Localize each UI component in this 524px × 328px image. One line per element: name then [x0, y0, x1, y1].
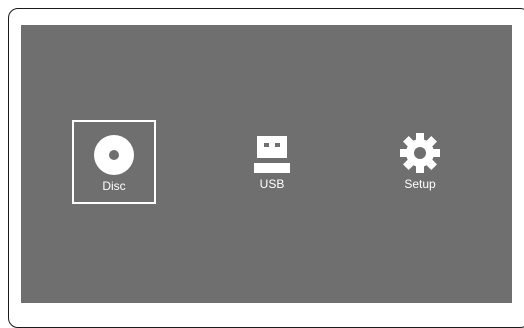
menu-item-label: Setup	[404, 177, 436, 191]
menu-item-label: USB	[259, 177, 285, 191]
menu-item-setup[interactable]: Setup	[378, 120, 462, 204]
menu-item-label: Disc	[102, 179, 126, 193]
home-menu-screen: Disc USB Setup	[21, 25, 512, 303]
menu-item-usb[interactable]: USB	[230, 120, 314, 204]
disc-icon	[91, 132, 137, 178]
menu-item-disc[interactable]: Disc	[72, 120, 156, 204]
usb-icon	[249, 130, 295, 176]
gear-icon	[397, 130, 443, 176]
